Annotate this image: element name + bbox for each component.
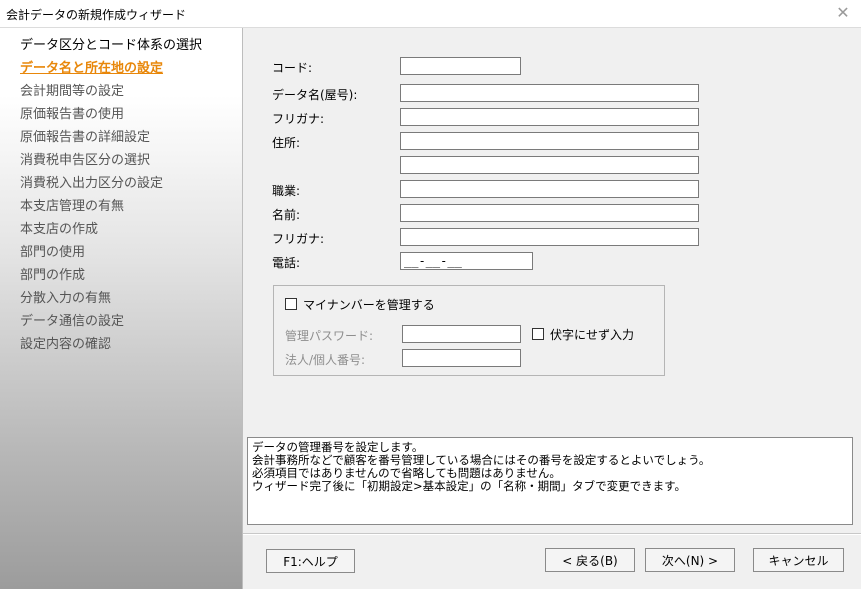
steps-list: データ区分とコード体系の選択 データ名と所在地の設定 会計期間等の設定 原価報告書の使… — [0, 28, 242, 356]
corp-number-input[interactable] — [402, 349, 521, 367]
title-bar: 会計データの新規作成ウィザード ✕ — [0, 0, 861, 28]
furigana2-label: フリガナ: — [272, 232, 325, 246]
step-item: 分散入力の有無 — [20, 291, 112, 306]
checkbox-icon[interactable] — [285, 298, 297, 310]
checkbox-icon[interactable] — [532, 328, 544, 340]
help-button[interactable]: F1:ヘルプ — [266, 549, 355, 573]
step-item: 原価報告書の使用 — [20, 107, 125, 122]
help-text-box: データの管理番号を設定します。 会計事務所などで顧客を番号管理している場合にはその… — [247, 437, 853, 525]
divider — [243, 533, 861, 535]
furigana1-label: フリガナ: — [272, 112, 325, 126]
wizard-steps-sidebar: データ区分とコード体系の選択 データ名と所在地の設定 会計期間等の設定 原価報告書の使… — [0, 28, 243, 589]
manage-mynumber-checkbox[interactable]: マイナンバーを管理する — [285, 296, 435, 313]
step-item: 消費税申告区分の選択 — [20, 153, 151, 168]
step-item: 消費税入出力区分の設定 — [20, 176, 164, 191]
code-input[interactable] — [400, 57, 521, 75]
password-label: 管理パスワード: — [285, 329, 374, 343]
password-input[interactable] — [402, 325, 521, 343]
step-item: データ通信の設定 — [20, 314, 125, 329]
step-item: 会計期間等の設定 — [20, 84, 125, 99]
data-name-input[interactable] — [400, 84, 699, 102]
step-item: 設定内容の確認 — [20, 337, 112, 352]
occupation-input[interactable] — [400, 180, 699, 198]
step-item: 本支店管理の有無 — [20, 199, 125, 214]
step-item: 原価報告書の詳細設定 — [20, 130, 151, 145]
back-button[interactable]: < 戻る(B) — [545, 548, 635, 572]
window-title: 会計データの新規作成ウィザード — [6, 8, 187, 22]
phone-input[interactable] — [400, 252, 533, 270]
furigana2-input[interactable] — [400, 228, 699, 246]
step-item: 部門の作成 — [20, 268, 86, 283]
mask-label: 伏字にせず入力 — [550, 328, 635, 342]
step-item: データ区分とコード体系の選択 — [20, 38, 203, 53]
mynumber-group: マイナンバーを管理する 管理パスワード: 伏字にせず入力 法人/個人番号: — [273, 285, 665, 376]
address2-input[interactable] — [400, 156, 699, 174]
furigana1-input[interactable] — [400, 108, 699, 126]
step-item: 部門の使用 — [20, 245, 86, 260]
wizard-main-panel: コード: データ名(屋号): フリガナ: 住所: 職業: 名前: フリガナ: 電… — [243, 28, 861, 589]
code-label: コード: — [272, 61, 313, 75]
corp-number-label: 法人/個人番号: — [285, 353, 366, 367]
close-icon[interactable]: ✕ — [833, 3, 853, 23]
address-label: 住所: — [272, 136, 301, 150]
mask-checkbox[interactable]: 伏字にせず入力 — [532, 326, 634, 343]
cancel-button[interactable]: キャンセル — [753, 548, 844, 572]
name-label: 名前: — [272, 208, 301, 222]
occupation-label: 職業: — [272, 184, 301, 198]
step-item: データ名と所在地の設定 — [20, 61, 164, 76]
phone-label: 電話: — [272, 256, 301, 270]
help-line: ウィザード完了後に「初期設定>基本設定」の「名称・期間」タブで変更できます。 — [252, 479, 686, 493]
manage-mynumber-label: マイナンバーを管理する — [303, 298, 435, 312]
address1-input[interactable] — [400, 132, 699, 150]
next-button[interactable]: 次へ(N) > — [645, 548, 735, 572]
name-input[interactable] — [400, 204, 699, 222]
step-item: 本支店の作成 — [20, 222, 99, 237]
data-name-label: データ名(屋号): — [272, 88, 358, 102]
